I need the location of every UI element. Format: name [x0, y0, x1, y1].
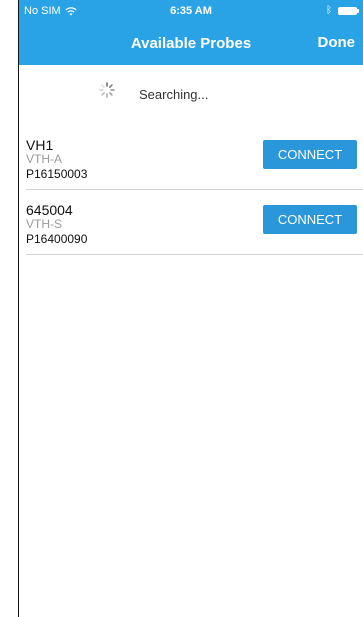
- navigation-bar: Available Probes Done: [19, 23, 363, 65]
- probe-name: 645004: [26, 202, 73, 218]
- connect-button[interactable]: CONNECT: [263, 205, 357, 234]
- list-item: VH1 VTH-A P16150003 CONNECT: [26, 125, 363, 190]
- list-item: 645004 VTH-S P16400090 CONNECT: [26, 190, 363, 255]
- connect-button[interactable]: CONNECT: [263, 140, 357, 169]
- probe-serial: P16150003: [26, 167, 88, 181]
- probe-list: VH1 VTH-A P16150003 CONNECT 645004 VTH-S…: [19, 125, 363, 255]
- probe-model: VTH-S: [26, 217, 62, 231]
- bluetooth-icon: ᛒ: [326, 5, 332, 16]
- battery-icon: [338, 7, 359, 15]
- app-screen: No SIM 6:35 AM ᛒ Available Probes Done S…: [18, 0, 363, 617]
- searching-indicator: Searching...: [19, 65, 363, 125]
- page: No SIM 6:35 AM ᛒ Available Probes Done S…: [0, 0, 363, 617]
- status-bar: No SIM 6:35 AM ᛒ: [19, 0, 363, 23]
- status-time: 6:35 AM: [170, 5, 212, 17]
- probe-name: VH1: [26, 137, 54, 153]
- spinner-icon: [99, 82, 115, 98]
- status-right: ᛒ: [326, 5, 359, 17]
- page-title: Available Probes: [130, 35, 252, 52]
- probe-serial: P16400090: [26, 232, 88, 246]
- searching-label: Searching...: [139, 87, 209, 102]
- done-button[interactable]: Done: [318, 34, 356, 51]
- probe-model: VTH-A: [26, 152, 62, 166]
